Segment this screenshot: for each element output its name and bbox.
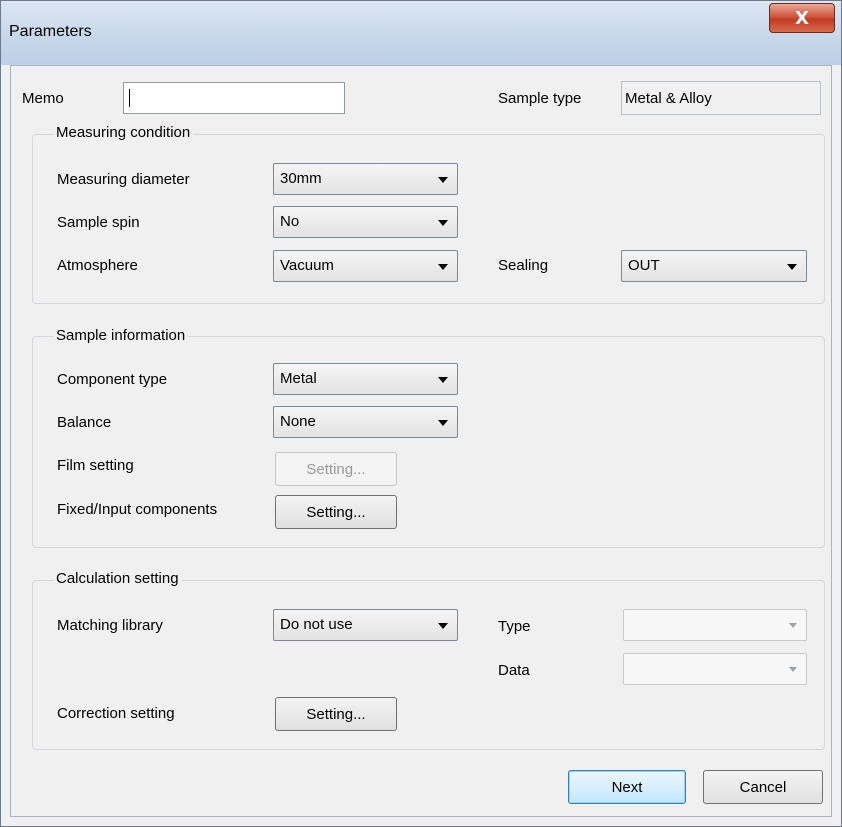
chevron-down-icon — [438, 623, 448, 629]
matching-library-value: Do not use — [280, 616, 353, 633]
parameters-dialog: Parameters X Memo Sample type Metal & Al… — [0, 0, 842, 827]
title-bar[interactable]: Parameters X — [1, 1, 841, 65]
chevron-down-icon — [438, 220, 448, 226]
atmosphere-value: Vacuum — [280, 257, 334, 274]
chevron-down-icon — [787, 264, 797, 270]
chevron-down-icon — [438, 377, 448, 383]
next-button[interactable]: Next — [568, 770, 686, 804]
type-select[interactable] — [623, 609, 807, 641]
measuring-condition-title: Measuring condition — [53, 124, 194, 141]
atmosphere-select[interactable]: Vacuum — [273, 250, 458, 282]
data-select[interactable] — [623, 653, 807, 685]
matching-library-label: Matching library — [57, 617, 163, 634]
measuring-diameter-select[interactable]: 30mm — [273, 163, 458, 195]
cancel-button[interactable]: Cancel — [703, 770, 823, 804]
close-icon: X — [795, 7, 809, 29]
atmosphere-label: Atmosphere — [57, 257, 138, 274]
data-label: Data — [498, 662, 530, 679]
balance-select[interactable]: None — [273, 406, 458, 438]
chevron-down-icon — [438, 177, 448, 183]
component-type-label: Component type — [57, 371, 168, 388]
sample-type-label: Sample type — [498, 90, 582, 107]
film-setting-button[interactable]: Setting... — [275, 452, 397, 486]
balance-value: None — [280, 413, 316, 430]
component-type-value: Metal — [280, 370, 317, 387]
sample-spin-label: Sample spin — [57, 214, 140, 231]
sample-spin-select[interactable]: No — [273, 206, 458, 238]
measuring-diameter-value: 30mm — [280, 170, 322, 187]
memo-input[interactable] — [123, 82, 345, 114]
measuring-diameter-label: Measuring diameter — [57, 171, 190, 188]
sample-spin-value: No — [280, 213, 300, 230]
fixed-input-components-label: Fixed/Input components — [57, 501, 218, 518]
correction-setting-button[interactable]: Setting... — [275, 697, 397, 731]
calculation-setting-title: Calculation setting — [53, 570, 182, 587]
chevron-down-icon — [438, 264, 448, 270]
sample-information-title: Sample information — [53, 327, 189, 344]
memo-label: Memo — [22, 90, 64, 107]
window-title: Parameters — [9, 23, 92, 40]
film-setting-label: Film setting — [57, 457, 134, 474]
chevron-down-icon — [789, 623, 797, 628]
matching-library-select[interactable]: Do not use — [273, 609, 458, 641]
correction-setting-label: Correction setting — [57, 705, 175, 722]
chevron-down-icon — [789, 667, 797, 672]
text-cursor — [129, 89, 130, 107]
sealing-value: OUT — [628, 257, 660, 274]
sealing-select[interactable]: OUT — [621, 250, 807, 282]
component-type-select[interactable]: Metal — [273, 363, 458, 395]
sample-type-field: Metal & Alloy — [621, 81, 821, 115]
balance-label: Balance — [57, 414, 112, 431]
fixed-input-components-button[interactable]: Setting... — [275, 495, 397, 529]
type-label: Type — [498, 618, 531, 635]
dialog-body: Memo Sample type Metal & Alloy Measuring… — [10, 65, 832, 817]
sealing-label: Sealing — [498, 257, 549, 274]
close-button[interactable]: X — [769, 3, 835, 33]
chevron-down-icon — [438, 420, 448, 426]
